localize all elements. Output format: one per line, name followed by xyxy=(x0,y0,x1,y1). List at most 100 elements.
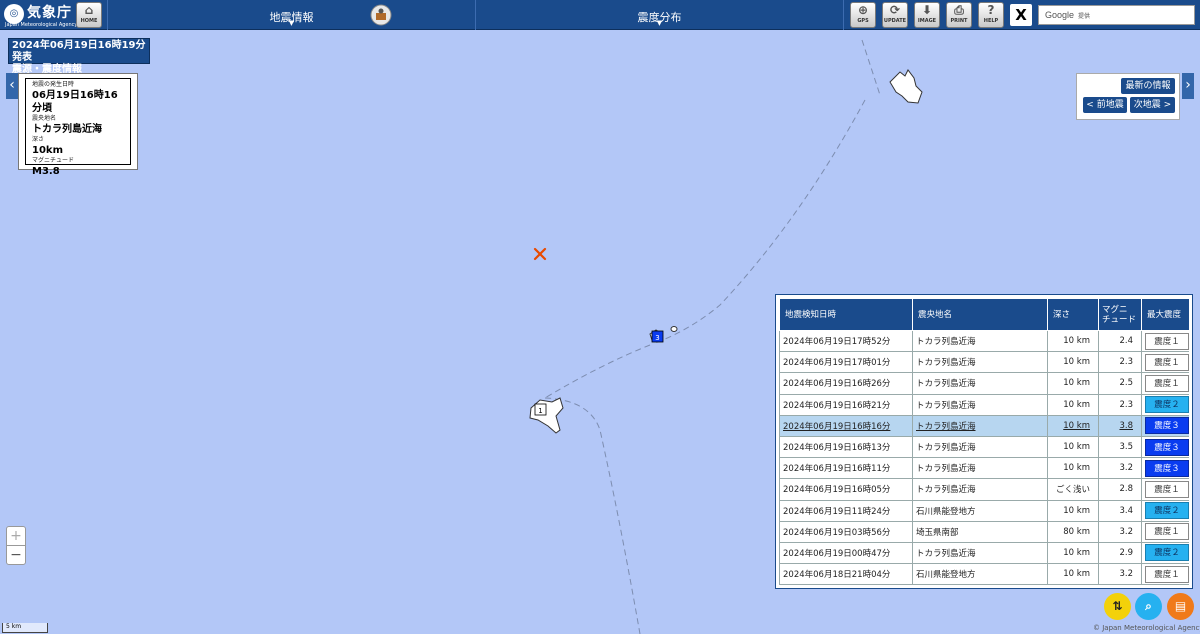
cell-intensity: 震度３ xyxy=(1141,435,1189,459)
cell-intensity: 震度１ xyxy=(1141,520,1189,543)
table-row[interactable]: 2024年06月19日16時05分 トカラ列島近海 ごく浅い 2.8 震度１ xyxy=(779,478,1189,501)
cell-depth: 80 km xyxy=(1047,520,1099,543)
col-header-intensity[interactable]: 最大震度 xyxy=(1141,298,1189,331)
gps-icon: ⊕ xyxy=(857,3,869,17)
table-row[interactable]: 2024年06月19日16時26分 トカラ列島近海 10 km 2.5 震度１ xyxy=(779,372,1189,395)
depth-label: 深さ xyxy=(32,136,45,143)
cell-place: トカラ列島近海 xyxy=(912,414,1048,437)
update-button[interactable]: ⟳ UPDATE xyxy=(882,2,908,28)
col-header-magnitude[interactable]: マグニ チュード xyxy=(1098,298,1142,331)
col-header-place[interactable]: 震央地名 xyxy=(912,298,1048,331)
quake-list-panel[interactable]: 地震検知日時 震央地名 深さ マグニ チュード 最大震度 2024年06月19日… xyxy=(776,295,1192,588)
search-map-button[interactable]: ⌕ xyxy=(1135,593,1162,620)
table-body: 2024年06月19日17時52分 トカラ列島近海 10 km 2.4 震度１ 2024年… xyxy=(779,329,1189,585)
menu-intensity[interactable]: 震度分布 ▼ xyxy=(476,0,843,30)
scale-bar: 5 km xyxy=(2,623,48,633)
cell-magnitude: 2.9 xyxy=(1098,541,1142,565)
cell-magnitude: 2.3 xyxy=(1098,351,1142,374)
cell-depth: 10 km xyxy=(1047,329,1099,353)
help-button[interactable]: ? HELP xyxy=(978,2,1004,28)
cell-place: トカラ列島近海 xyxy=(912,372,1048,395)
info-book-button[interactable]: ▤ xyxy=(1167,593,1194,620)
jma-logo[interactable]: ◎ 気象庁 Japan Meteorological Agency xyxy=(4,2,77,28)
table-row[interactable]: 2024年06月19日16時21分 トカラ列島近海 10 km 2.3 震度２ xyxy=(779,393,1189,416)
next-quake-button[interactable]: 次地震 > xyxy=(1130,97,1175,113)
table-row[interactable]: 2024年06月19日00時47分 トカラ列島近海 10 km 2.9 震度２ xyxy=(779,541,1189,565)
image-button[interactable]: ⬇ IMAGE xyxy=(914,2,940,28)
announcement-time: 2024年06月19日16時19分発表 xyxy=(12,40,146,63)
table-row[interactable]: 2024年06月19日17時52分 トカラ列島近海 10 km 2.4 震度１ xyxy=(779,329,1189,353)
table-row[interactable]: 2024年06月19日11時24分 石川県能登地方 10 km 3.4 震度２ xyxy=(779,499,1189,522)
cell-magnitude: 3.4 xyxy=(1098,499,1142,522)
table-row[interactable]: 2024年06月18日21時04分 石川県能登地方 10 km 3.2 震度１ xyxy=(779,563,1189,585)
quake-list-table: 地震検知日時 震央地名 深さ マグニ チュード 最大震度 2024年06月19日… xyxy=(779,298,1189,585)
intensity-badge: 震度２ xyxy=(1145,502,1189,520)
cell-time: 2024年06月19日17時52分 xyxy=(779,329,913,353)
cell-intensity: 震度２ xyxy=(1141,541,1189,565)
help-icon: ? xyxy=(987,3,995,17)
collapse-left-button[interactable]: ‹ xyxy=(6,73,18,99)
zoom-in-button[interactable]: + xyxy=(7,527,25,546)
print-button[interactable]: ⎙ PRINT xyxy=(946,2,972,28)
zoom-out-button[interactable]: − xyxy=(7,546,25,565)
gps-label: GPS xyxy=(857,18,869,24)
home-button[interactable]: ⌂ HOME xyxy=(76,2,102,28)
search-input[interactable]: Google 提供 xyxy=(1038,5,1195,25)
cell-intensity: 震度２ xyxy=(1141,393,1189,416)
station-3-label: 3 xyxy=(655,334,659,342)
latest-info-button[interactable]: 最新の情報 xyxy=(1121,78,1175,94)
table-row[interactable]: 2024年06月19日16時16分 トカラ列島近海 10 km 3.8 震度３ xyxy=(779,414,1189,437)
cell-time: 2024年06月19日00時47分 xyxy=(779,541,913,565)
cell-depth: 10 km xyxy=(1047,563,1099,585)
table-row[interactable]: 2024年06月19日16時11分 トカラ列島近海 10 km 3.2 震度３ xyxy=(779,457,1189,480)
table-row[interactable]: 2024年06月19日03時56分 埼玉県南部 80 km 3.2 震度１ xyxy=(779,520,1189,543)
cell-time: 2024年06月19日16時16分 xyxy=(779,414,913,437)
cell-time: 2024年06月19日03時56分 xyxy=(779,520,913,543)
col-header-depth[interactable]: 深さ xyxy=(1047,298,1099,331)
island-tiny xyxy=(670,326,678,332)
intensity-badge: 震度１ xyxy=(1145,374,1189,392)
cell-intensity: 震度１ xyxy=(1141,351,1189,374)
cell-intensity: 震度１ xyxy=(1141,372,1189,395)
magnitude-label: マグニチュード xyxy=(32,157,75,164)
table-row[interactable]: 2024年06月19日17時01分 トカラ列島近海 10 km 2.3 震度１ xyxy=(779,351,1189,374)
cell-time: 2024年06月19日16時05分 xyxy=(779,478,913,501)
cell-time: 2024年06月19日17時01分 xyxy=(779,351,913,374)
home-icon: ⌂ xyxy=(84,3,94,17)
cell-place: トカラ列島近海 xyxy=(912,393,1048,416)
cell-time: 2024年06月19日11時24分 xyxy=(779,499,913,522)
update-icon: ⟳ xyxy=(889,3,901,17)
cell-magnitude: 2.5 xyxy=(1098,372,1142,395)
depth-value: 10km xyxy=(32,145,63,156)
cell-magnitude: 2.3 xyxy=(1098,393,1142,416)
island-south xyxy=(529,397,564,434)
cell-magnitude: 2.8 xyxy=(1098,478,1142,501)
prev-quake-button[interactable]: < 前地震 xyxy=(1083,97,1127,113)
cell-depth: 10 km xyxy=(1047,457,1099,480)
collapse-right-button[interactable]: › xyxy=(1182,73,1194,99)
intensity-badge: 震度１ xyxy=(1145,565,1189,583)
chevron-right-icon: › xyxy=(1185,77,1191,93)
print-icon: ⎙ xyxy=(954,3,964,17)
cell-intensity: 震度２ xyxy=(1141,499,1189,522)
cell-intensity: 震度３ xyxy=(1141,414,1189,437)
search-provider: 提供 xyxy=(1078,14,1091,20)
cell-depth: ごく浅い xyxy=(1047,478,1099,501)
legend-button[interactable]: ⇅ xyxy=(1104,593,1131,620)
announcement-title: 2024年06月19日16時19分発表 震源・震度情報 xyxy=(8,38,150,75)
table-row[interactable]: 2024年06月19日16時13分 トカラ列島近海 10 km 3.5 震度３ xyxy=(779,435,1189,459)
cell-place: トカラ列島近海 xyxy=(912,329,1048,353)
cell-place: 埼玉県南部 xyxy=(912,520,1048,543)
chevron-left-icon: ‹ xyxy=(9,77,15,93)
col-header-time[interactable]: 地震検知日時 xyxy=(779,298,913,331)
x-share-button[interactable]: X xyxy=(1010,4,1032,26)
gps-button[interactable]: ⊕ GPS xyxy=(850,2,876,28)
intensity-badge: 震度３ xyxy=(1145,438,1189,456)
menu-quake-info[interactable]: 地震情報 ▼ xyxy=(108,0,475,30)
cell-place: トカラ列島近海 xyxy=(912,541,1048,565)
cell-intensity: 震度１ xyxy=(1141,563,1189,585)
cell-intensity: 震度１ xyxy=(1141,329,1189,353)
quake-nav-panel: 最新の情報 < 前地震 次地震 > xyxy=(1076,73,1180,120)
intensity-badge: 震度１ xyxy=(1145,332,1189,350)
quake-info-frame: 地震の発生日時 06月19日16時16分頃 震央地名 トカラ列島近海 深さ 10… xyxy=(25,78,131,177)
